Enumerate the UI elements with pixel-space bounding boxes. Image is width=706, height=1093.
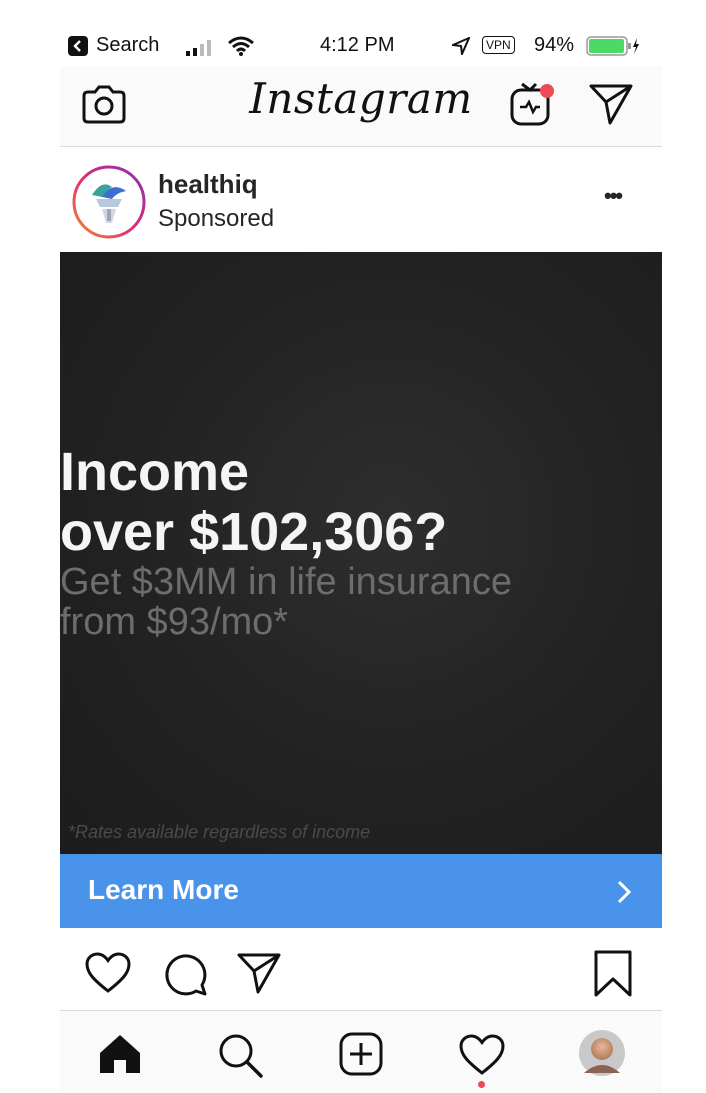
learn-more-button[interactable]: Learn More — [60, 854, 662, 928]
post-username[interactable]: healthiq — [158, 169, 258, 200]
bottom-tab-bar — [60, 1010, 662, 1093]
location-icon — [452, 37, 470, 55]
ad-headline-line-1: Income — [60, 442, 250, 502]
ad-subline-line-1: Get $3MM in life insurance — [60, 561, 512, 603]
ad-subline-line-2: from $93/mo* — [60, 601, 289, 643]
ad-disclaimer: *Rates available regardless of income — [68, 822, 371, 842]
top-nav: Instagram — [60, 66, 662, 147]
wifi-icon — [228, 36, 254, 56]
back-app-label[interactable]: Search — [96, 34, 159, 57]
activity-notification-dot — [478, 1081, 485, 1088]
share-icon[interactable] — [236, 951, 282, 995]
comment-icon[interactable] — [162, 951, 208, 997]
battery-icon — [586, 36, 639, 56]
sponsored-label: Sponsored — [158, 205, 275, 232]
battery-percent: 94% — [534, 34, 575, 56]
ad-headline: Income over $102,306? — [60, 442, 447, 562]
search-icon[interactable] — [216, 1031, 264, 1079]
chevron-right-icon — [617, 880, 632, 904]
vpn-badge: VPN — [482, 36, 515, 54]
back-arrow-icon[interactable] — [68, 36, 88, 56]
ad-headline-line-2: over $102,306? — [60, 502, 448, 562]
healthiq-avatar[interactable] — [72, 165, 146, 239]
profile-avatar[interactable] — [578, 1029, 626, 1077]
clock: 4:12 PM — [320, 34, 395, 56]
post-header: healthiq Sponsored ••• — [60, 147, 662, 251]
signal-icon — [186, 40, 211, 56]
instagram-app: Search 4:12 PM VPN 94% Instagram healthi… — [60, 0, 662, 1093]
igtv-icon[interactable] — [508, 80, 558, 128]
home-icon[interactable] — [98, 1033, 142, 1075]
activity-icon[interactable] — [458, 1033, 506, 1077]
learn-more-label: Learn More — [88, 874, 239, 905]
like-icon[interactable] — [84, 951, 132, 995]
direct-message-icon[interactable] — [588, 82, 634, 126]
post-actions — [60, 929, 662, 1009]
ad-subline: Get $3MM in life insurance from $93/mo* — [60, 562, 512, 642]
more-options-icon[interactable]: ••• — [604, 183, 623, 209]
bookmark-icon[interactable] — [592, 949, 634, 999]
new-post-icon[interactable] — [338, 1031, 384, 1077]
instagram-logo: Instagram — [249, 74, 473, 123]
status-bar: Search 4:12 PM VPN 94% — [60, 26, 662, 66]
ad-image[interactable]: Income over $102,306? Get $3MM in life i… — [60, 252, 662, 854]
